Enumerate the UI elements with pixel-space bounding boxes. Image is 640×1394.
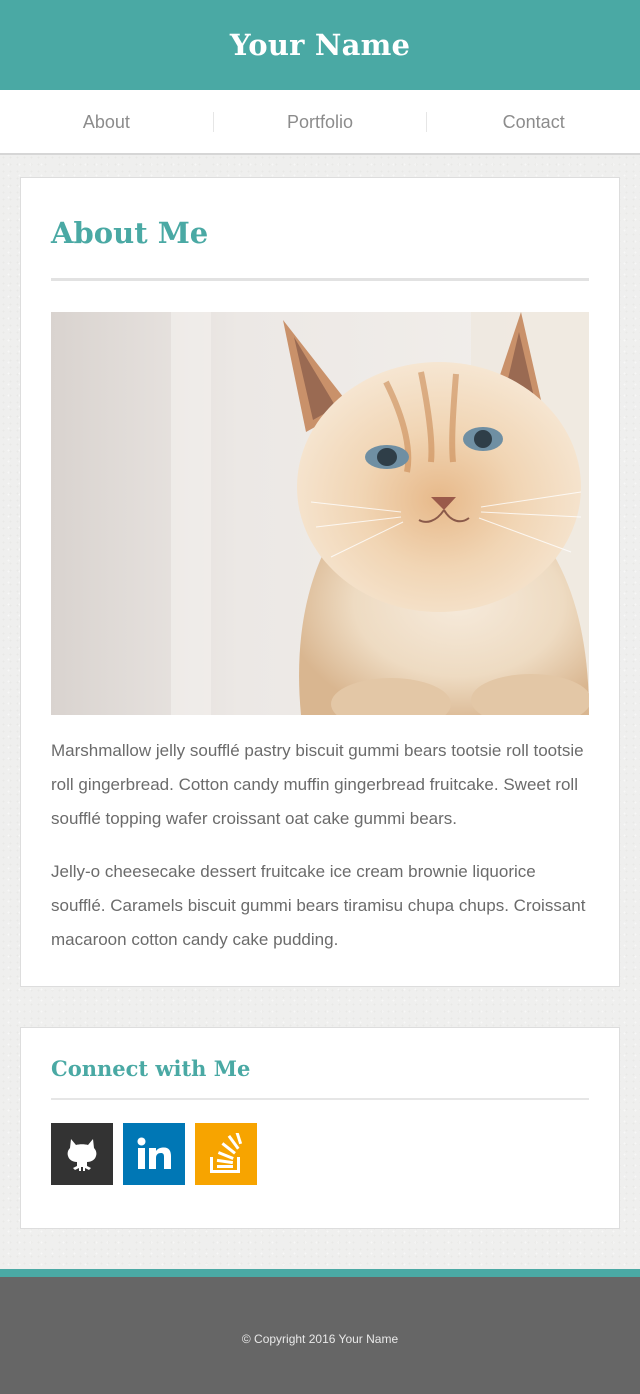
github-link[interactable]	[51, 1123, 113, 1185]
github-icon	[67, 1139, 97, 1171]
stackoverflow-icon	[210, 1133, 243, 1173]
nav-item-portfolio[interactable]: Portfolio	[214, 111, 428, 132]
cat-photo	[51, 312, 589, 715]
about-paragraph-1: Marshmallow jelly soufflé pastry biscuit…	[51, 741, 584, 828]
connect-card: Connect with Me	[20, 1027, 620, 1229]
site-title: Your Name	[229, 28, 411, 62]
divider	[51, 278, 589, 281]
linkedin-link[interactable]	[123, 1123, 185, 1185]
about-heading: About Me	[51, 216, 209, 250]
connect-heading: Connect with Me	[51, 1056, 251, 1081]
stackoverflow-link[interactable]	[195, 1123, 257, 1185]
social-links	[51, 1123, 589, 1185]
nav-item-contact[interactable]: Contact	[427, 112, 640, 132]
site-header: Your Name	[0, 0, 640, 90]
site-footer: © Copyright 2016 Your Name	[0, 1269, 640, 1394]
copyright-text: © Copyright 2016 Your Name	[241, 1331, 399, 1346]
divider	[51, 1098, 589, 1100]
nav-item-about[interactable]: About	[0, 111, 214, 132]
linkedin-icon	[137, 1137, 171, 1169]
main-nav: About Portfolio Contact	[0, 90, 640, 155]
about-card: About Me Marshmallow jelly soufflé pastr…	[20, 177, 620, 987]
about-paragraph-2: Jelly-o cheesecake dessert fruitcake ice…	[51, 862, 586, 949]
